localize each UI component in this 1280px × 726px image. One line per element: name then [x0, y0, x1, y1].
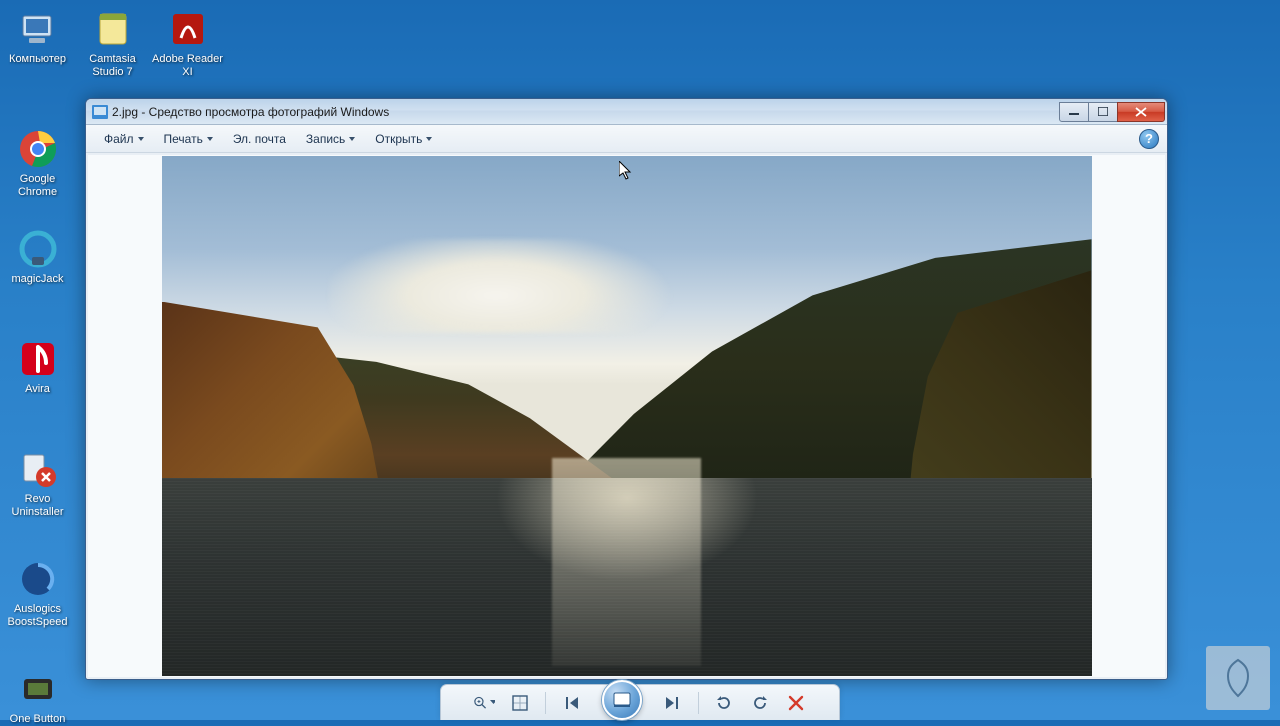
caret-down-icon	[349, 137, 355, 141]
next-button[interactable]	[658, 690, 684, 716]
chrome-icon	[17, 128, 59, 170]
fit-icon	[511, 694, 529, 712]
camtasia-icon	[92, 8, 134, 50]
titlebar[interactable]: 2.jpg - Средство просмотра фотографий Wi…	[86, 99, 1167, 125]
actual-size-button[interactable]	[509, 692, 531, 714]
desktop-icon-onebutton[interactable]: One Button	[0, 668, 75, 726]
caret-down-icon	[490, 700, 495, 705]
separator	[545, 692, 546, 714]
menu-email[interactable]: Эл. почта	[223, 129, 296, 149]
desktop-icon-adobe-reader[interactable]: Adobe Reader XI	[150, 8, 225, 79]
desktop-icon-revo[interactable]: Revo Uninstaller	[0, 448, 75, 519]
one-button-icon	[17, 668, 59, 710]
window-title: 2.jpg - Средство просмотра фотографий Wi…	[112, 105, 1060, 119]
menu-file[interactable]: Файл	[94, 129, 154, 149]
previous-button[interactable]	[560, 690, 586, 716]
desktop-icon-label: Adobe Reader XI	[150, 53, 225, 79]
desktop: Компьютер Camtasia Studio 7 Adobe Reader…	[0, 0, 1280, 720]
menu-burn[interactable]: Запись	[296, 129, 365, 149]
zoom-button[interactable]	[473, 692, 495, 714]
app-icon	[92, 105, 108, 119]
desktop-icon-label: Avira	[0, 383, 75, 396]
adobe-reader-icon	[167, 8, 209, 50]
magicjack-icon	[17, 228, 59, 270]
close-icon	[1135, 107, 1147, 117]
desktop-icon-label: Компьютер	[0, 53, 75, 66]
rotate-cw-button[interactable]	[749, 692, 771, 714]
menu-label: Файл	[104, 132, 134, 146]
desktop-icon-magicjack[interactable]: magicJack	[0, 228, 75, 286]
desktop-icon-label: Revo Uninstaller	[0, 493, 75, 519]
caret-down-icon	[426, 137, 432, 141]
desktop-icon-label: Google Chrome	[0, 173, 75, 199]
desktop-icon-camtasia[interactable]: Camtasia Studio 7	[75, 8, 150, 79]
menu-label: Запись	[306, 132, 345, 146]
image-viewport	[88, 155, 1165, 677]
menu-label: Эл. почта	[233, 132, 286, 146]
rotate-cw-icon	[751, 694, 769, 712]
next-icon	[662, 694, 680, 712]
system-emblem	[1206, 646, 1270, 710]
auslogics-icon	[17, 558, 59, 600]
maximize-icon	[1098, 107, 1108, 116]
slideshow-button[interactable]	[602, 680, 642, 720]
help-button[interactable]: ?	[1139, 129, 1159, 149]
desktop-icon-label: Camtasia Studio 7	[75, 53, 150, 79]
viewer-controls	[440, 684, 840, 720]
delete-icon	[788, 695, 804, 711]
window-controls	[1060, 102, 1165, 122]
separator	[698, 692, 699, 714]
desktop-icon-avira[interactable]: Avira	[0, 338, 75, 396]
desktop-icon-auslogics[interactable]: Auslogics BoostSpeed	[0, 558, 75, 629]
menu-label: Печать	[164, 132, 203, 146]
minimize-button[interactable]	[1059, 102, 1089, 122]
avira-icon	[17, 338, 59, 380]
caret-down-icon	[207, 137, 213, 141]
help-icon: ?	[1145, 131, 1153, 146]
slideshow-icon	[613, 692, 631, 708]
caret-down-icon	[138, 137, 144, 141]
rotate-ccw-icon	[715, 694, 733, 712]
photo-viewer-window: 2.jpg - Средство просмотра фотографий Wi…	[85, 98, 1168, 680]
delete-button[interactable]	[785, 692, 807, 714]
maximize-button[interactable]	[1088, 102, 1118, 122]
magnifier-icon	[473, 693, 488, 713]
desktop-icon-chrome[interactable]: Google Chrome	[0, 128, 75, 199]
revo-uninstaller-icon	[17, 448, 59, 490]
previous-icon	[564, 694, 582, 712]
menubar: Файл Печать Эл. почта Запись Открыть ?	[86, 125, 1167, 153]
displayed-image	[162, 156, 1092, 676]
desktop-icon-label: magicJack	[0, 273, 75, 286]
desktop-icon-label: Auslogics BoostSpeed	[0, 603, 75, 629]
menu-open[interactable]: Открыть	[365, 129, 442, 149]
minimize-icon	[1069, 108, 1079, 116]
rotate-ccw-button[interactable]	[713, 692, 735, 714]
computer-icon	[17, 8, 59, 50]
menu-print[interactable]: Печать	[154, 129, 223, 149]
close-button[interactable]	[1117, 102, 1165, 122]
desktop-icon-computer[interactable]: Компьютер	[0, 8, 75, 66]
menu-label: Открыть	[375, 132, 422, 146]
